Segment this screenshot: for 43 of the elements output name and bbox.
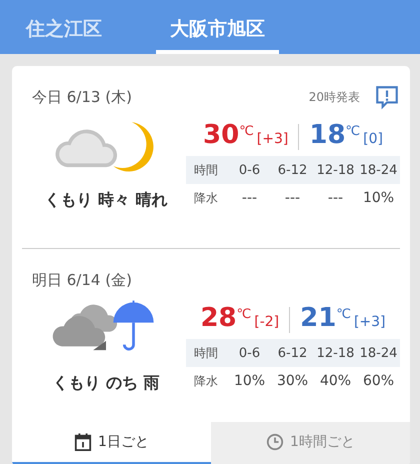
table-cell-text: ---: [326, 190, 344, 206]
table-cell-text: 10%: [362, 190, 396, 206]
table-header: 0-6: [238, 162, 262, 178]
temperature-difference: [+3]: [256, 131, 288, 147]
weather-condition: くもり 時々 晴れ: [44, 190, 168, 211]
table-cell-text: ---: [240, 190, 258, 206]
table-header: 12-18: [316, 346, 356, 360]
high-temperature: 30: [203, 120, 240, 150]
alert-icon[interactable]: [374, 84, 400, 110]
high-temperature: 28: [200, 303, 237, 333]
issued-time: 20時発表: [308, 88, 360, 106]
temperature-difference: [-2]: [254, 314, 280, 330]
table-header: 時間: [193, 162, 219, 178]
clock-icon: [266, 433, 284, 451]
table-header: 0-6: [238, 346, 262, 360]
view-tab[interactable]: 1時間ごと: [211, 422, 410, 464]
area-tab[interactable]: 住之江区: [12, 0, 116, 54]
date-label: 明日 6/14 (金): [32, 270, 132, 290]
date-label: 今日 6/13 (木): [32, 88, 132, 106]
low-temperature: 18: [309, 120, 346, 150]
table-header: 6-12: [276, 346, 308, 360]
low-temperature: 21: [300, 303, 336, 333]
temperature-unit: ℃: [336, 307, 351, 322]
temperature-difference: [+3]: [354, 314, 386, 330]
table-header: 18-24: [358, 162, 398, 178]
table-header: 12-18: [316, 162, 356, 178]
table-header: 時間: [193, 344, 219, 362]
calendar-icon: [74, 433, 92, 451]
weather-condition: くもり のち 雨: [52, 373, 160, 394]
temperature-unit: ℃: [239, 124, 254, 139]
table-cell-text: 30%: [276, 373, 310, 389]
table-cell-text: 降水: [193, 190, 219, 206]
table-header: 18-24: [358, 346, 398, 360]
temperature-unit: ℃: [346, 124, 360, 139]
table-cell-text: ---: [284, 190, 302, 206]
table-cell-text: 10%: [232, 373, 266, 389]
temperature-difference: [0]: [363, 131, 383, 147]
table-cell-text: 降水: [193, 372, 219, 390]
table-cell-text: 40%: [318, 373, 352, 389]
area-tab[interactable]: 大阪市旭区: [156, 0, 279, 54]
temperature-unit: ℃: [236, 307, 252, 322]
table-header: 6-12: [276, 162, 308, 178]
table-cell-text: 60%: [362, 373, 396, 389]
